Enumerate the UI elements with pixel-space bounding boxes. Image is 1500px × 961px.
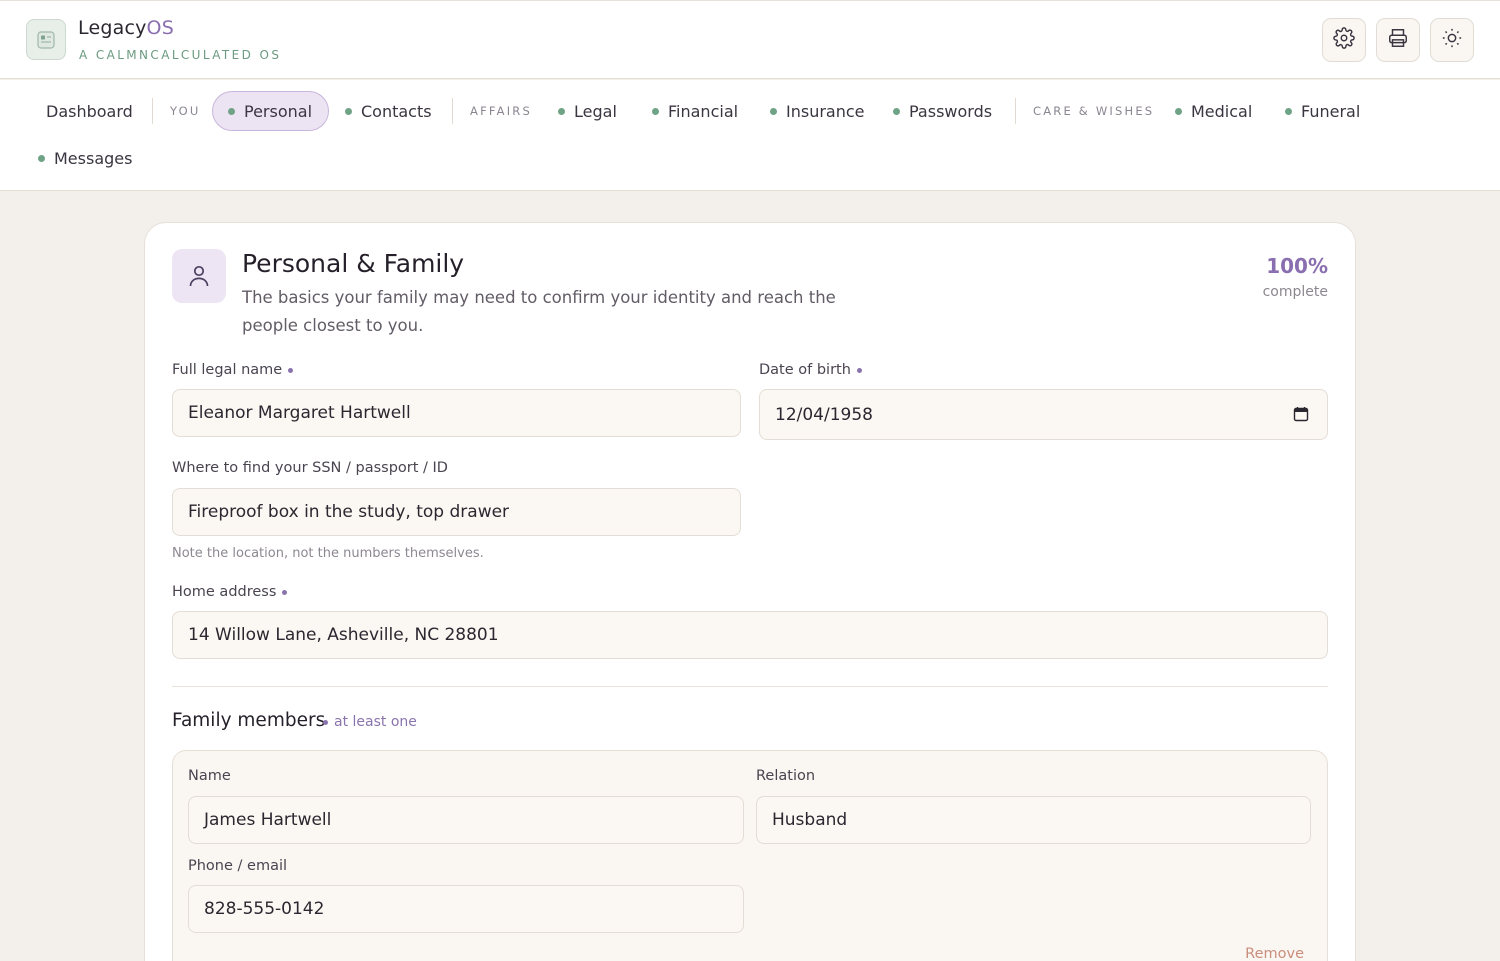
nav-funeral[interactable]: Funeral bbox=[1285, 91, 1360, 131]
dob-input[interactable]: 12/04/1958 bbox=[759, 389, 1328, 440]
required-indicator bbox=[282, 589, 288, 595]
nav-medical-label: Medical bbox=[1191, 101, 1253, 121]
member-contact-label: Phone / email bbox=[188, 858, 288, 874]
address-label-text: Home address bbox=[172, 584, 277, 600]
required-indicator bbox=[856, 367, 862, 373]
app-title: LegacyOS bbox=[78, 17, 174, 39]
member-relation-label: Relation bbox=[756, 768, 816, 784]
nav-group-you: YOU bbox=[170, 104, 201, 118]
full-name-label-text: Full legal name bbox=[172, 362, 283, 378]
app-name-accent: OS bbox=[146, 17, 174, 39]
app-header: LegacyOS A CALMNCALCULATED OS bbox=[0, 0, 1500, 79]
dob-value: 12/04/1958 bbox=[775, 404, 873, 425]
family-members-requirement: at least one bbox=[323, 714, 417, 730]
status-dot bbox=[893, 107, 900, 115]
nav-contacts[interactable]: Contacts bbox=[345, 91, 432, 131]
family-requirement-text: at least one bbox=[334, 714, 417, 730]
nav-financial-label: Financial bbox=[668, 101, 739, 121]
dob-label-text: Date of birth bbox=[759, 362, 851, 378]
section-nav: Dashboard YOU Personal Contacts AFFAIRS … bbox=[0, 80, 1500, 191]
theme-toggle-button[interactable] bbox=[1430, 18, 1474, 62]
calendar-icon[interactable] bbox=[1293, 406, 1309, 427]
status-dot bbox=[770, 107, 777, 115]
status-dot bbox=[1175, 107, 1182, 115]
member-contact-input[interactable]: 828-555-0142 bbox=[188, 885, 744, 933]
completion-percent: 100% bbox=[1266, 254, 1328, 278]
nav-messages[interactable]: Messages bbox=[38, 138, 132, 178]
nav-insurance-label: Insurance bbox=[786, 101, 865, 121]
nav-divider bbox=[152, 98, 153, 124]
app-name: Legacy bbox=[78, 17, 147, 39]
required-indicator bbox=[323, 719, 328, 725]
member-relation-input[interactable]: Husband bbox=[756, 796, 1311, 844]
full-name-input[interactable]: Eleanor Margaret Hartwell bbox=[172, 389, 741, 437]
document-icon[interactable] bbox=[26, 19, 66, 60]
section-divider bbox=[172, 686, 1328, 687]
app-tagline: A CALMNCALCULATED OS bbox=[79, 48, 282, 62]
dob-label: Date of birth bbox=[759, 362, 862, 378]
full-name-label: Full legal name bbox=[172, 362, 294, 378]
nav-dashboard[interactable]: Dashboard bbox=[46, 91, 133, 131]
printer-icon bbox=[1387, 27, 1409, 53]
status-dot bbox=[558, 107, 565, 115]
member-name-label: Name bbox=[188, 768, 231, 784]
nav-medical[interactable]: Medical bbox=[1175, 91, 1252, 131]
nav-financial[interactable]: Financial bbox=[652, 91, 738, 131]
person-icon bbox=[172, 249, 226, 303]
family-members-title: Family members bbox=[172, 710, 326, 731]
nav-divider bbox=[452, 98, 453, 124]
address-label: Home address bbox=[172, 584, 288, 600]
settings-button[interactable] bbox=[1322, 18, 1366, 62]
status-dot bbox=[1285, 107, 1292, 115]
member-name-input[interactable]: James Hartwell bbox=[188, 796, 744, 844]
id-location-label: Where to find your SSN / passport / ID bbox=[172, 460, 448, 476]
status-dot bbox=[345, 107, 352, 115]
nav-insurance[interactable]: Insurance bbox=[770, 91, 865, 131]
nav-legal-label: Legal bbox=[574, 101, 617, 121]
nav-legal[interactable]: Legal bbox=[558, 91, 617, 131]
nav-passwords-label: Passwords bbox=[909, 101, 993, 121]
nav-group-affairs: AFFAIRS bbox=[470, 104, 532, 118]
nav-divider bbox=[1015, 98, 1016, 124]
nav-dashboard-label: Dashboard bbox=[46, 101, 133, 121]
nav-contacts-label: Contacts bbox=[361, 101, 432, 121]
required-indicator bbox=[288, 367, 294, 373]
nav-messages-label: Messages bbox=[54, 148, 133, 168]
id-location-hint: Note the location, not the numbers thems… bbox=[172, 546, 484, 561]
remove-member-button[interactable]: Remove bbox=[1245, 946, 1304, 961]
status-dot bbox=[228, 107, 235, 115]
section-description: The basics your family may need to confi… bbox=[242, 288, 836, 335]
status-dot bbox=[652, 107, 659, 115]
sun-icon bbox=[1441, 27, 1463, 53]
nav-funeral-label: Funeral bbox=[1301, 101, 1361, 121]
status-dot bbox=[38, 154, 45, 162]
nav-group-care: CARE & WISHES bbox=[1033, 104, 1155, 118]
id-location-input[interactable]: Fireproof box in the study, top drawer bbox=[172, 488, 741, 536]
nav-personal-label: Personal bbox=[244, 101, 313, 121]
completion-label: complete bbox=[1262, 284, 1328, 300]
address-input[interactable]: 14 Willow Lane, Asheville, NC 28801 bbox=[172, 611, 1328, 659]
section-title: Personal & Family bbox=[242, 249, 465, 278]
print-button[interactable] bbox=[1376, 18, 1420, 62]
nav-passwords[interactable]: Passwords bbox=[893, 91, 992, 131]
nav-personal[interactable]: Personal bbox=[212, 91, 330, 131]
gear-icon bbox=[1333, 27, 1355, 53]
